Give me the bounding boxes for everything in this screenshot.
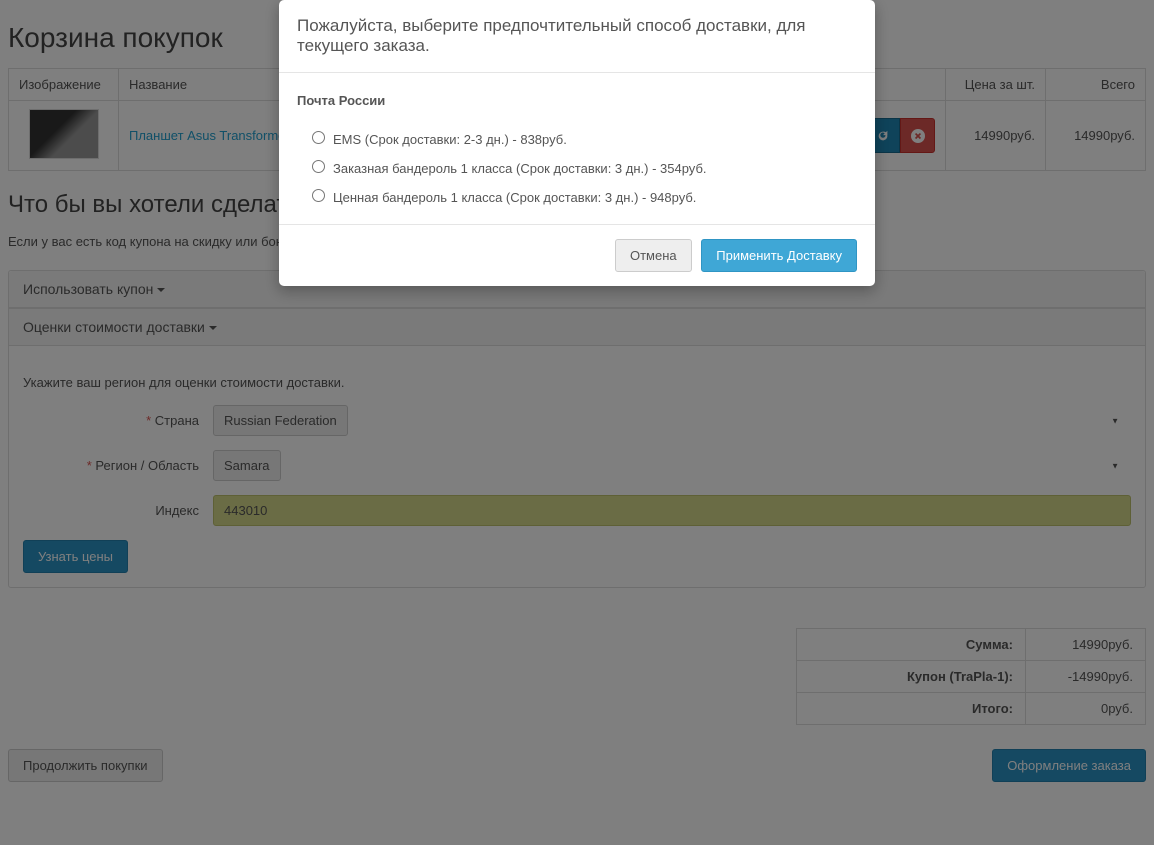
shipping-option[interactable]: Ценная бандероль 1 класса (Срок доставки…: [297, 181, 857, 210]
shipping-group-title: Почта России: [297, 91, 857, 111]
shipping-radio[interactable]: [312, 189, 325, 202]
shipping-modal: Пожалуйста, выберите предпочтительный сп…: [279, 0, 875, 286]
apply-shipping-button[interactable]: Применить Доставку: [701, 239, 857, 272]
cancel-button[interactable]: Отмена: [615, 239, 692, 272]
shipping-radio[interactable]: [312, 160, 325, 173]
shipping-option[interactable]: EMS (Срок доставки: 2-3 дн.) - 838руб.: [297, 123, 857, 152]
shipping-radio[interactable]: [312, 131, 325, 144]
modal-title: Пожалуйста, выберите предпочтительный сп…: [279, 0, 875, 73]
shipping-option[interactable]: Заказная бандероль 1 класса (Срок достав…: [297, 152, 857, 181]
modal-overlay[interactable]: Пожалуйста, выберите предпочтительный сп…: [0, 0, 1154, 845]
